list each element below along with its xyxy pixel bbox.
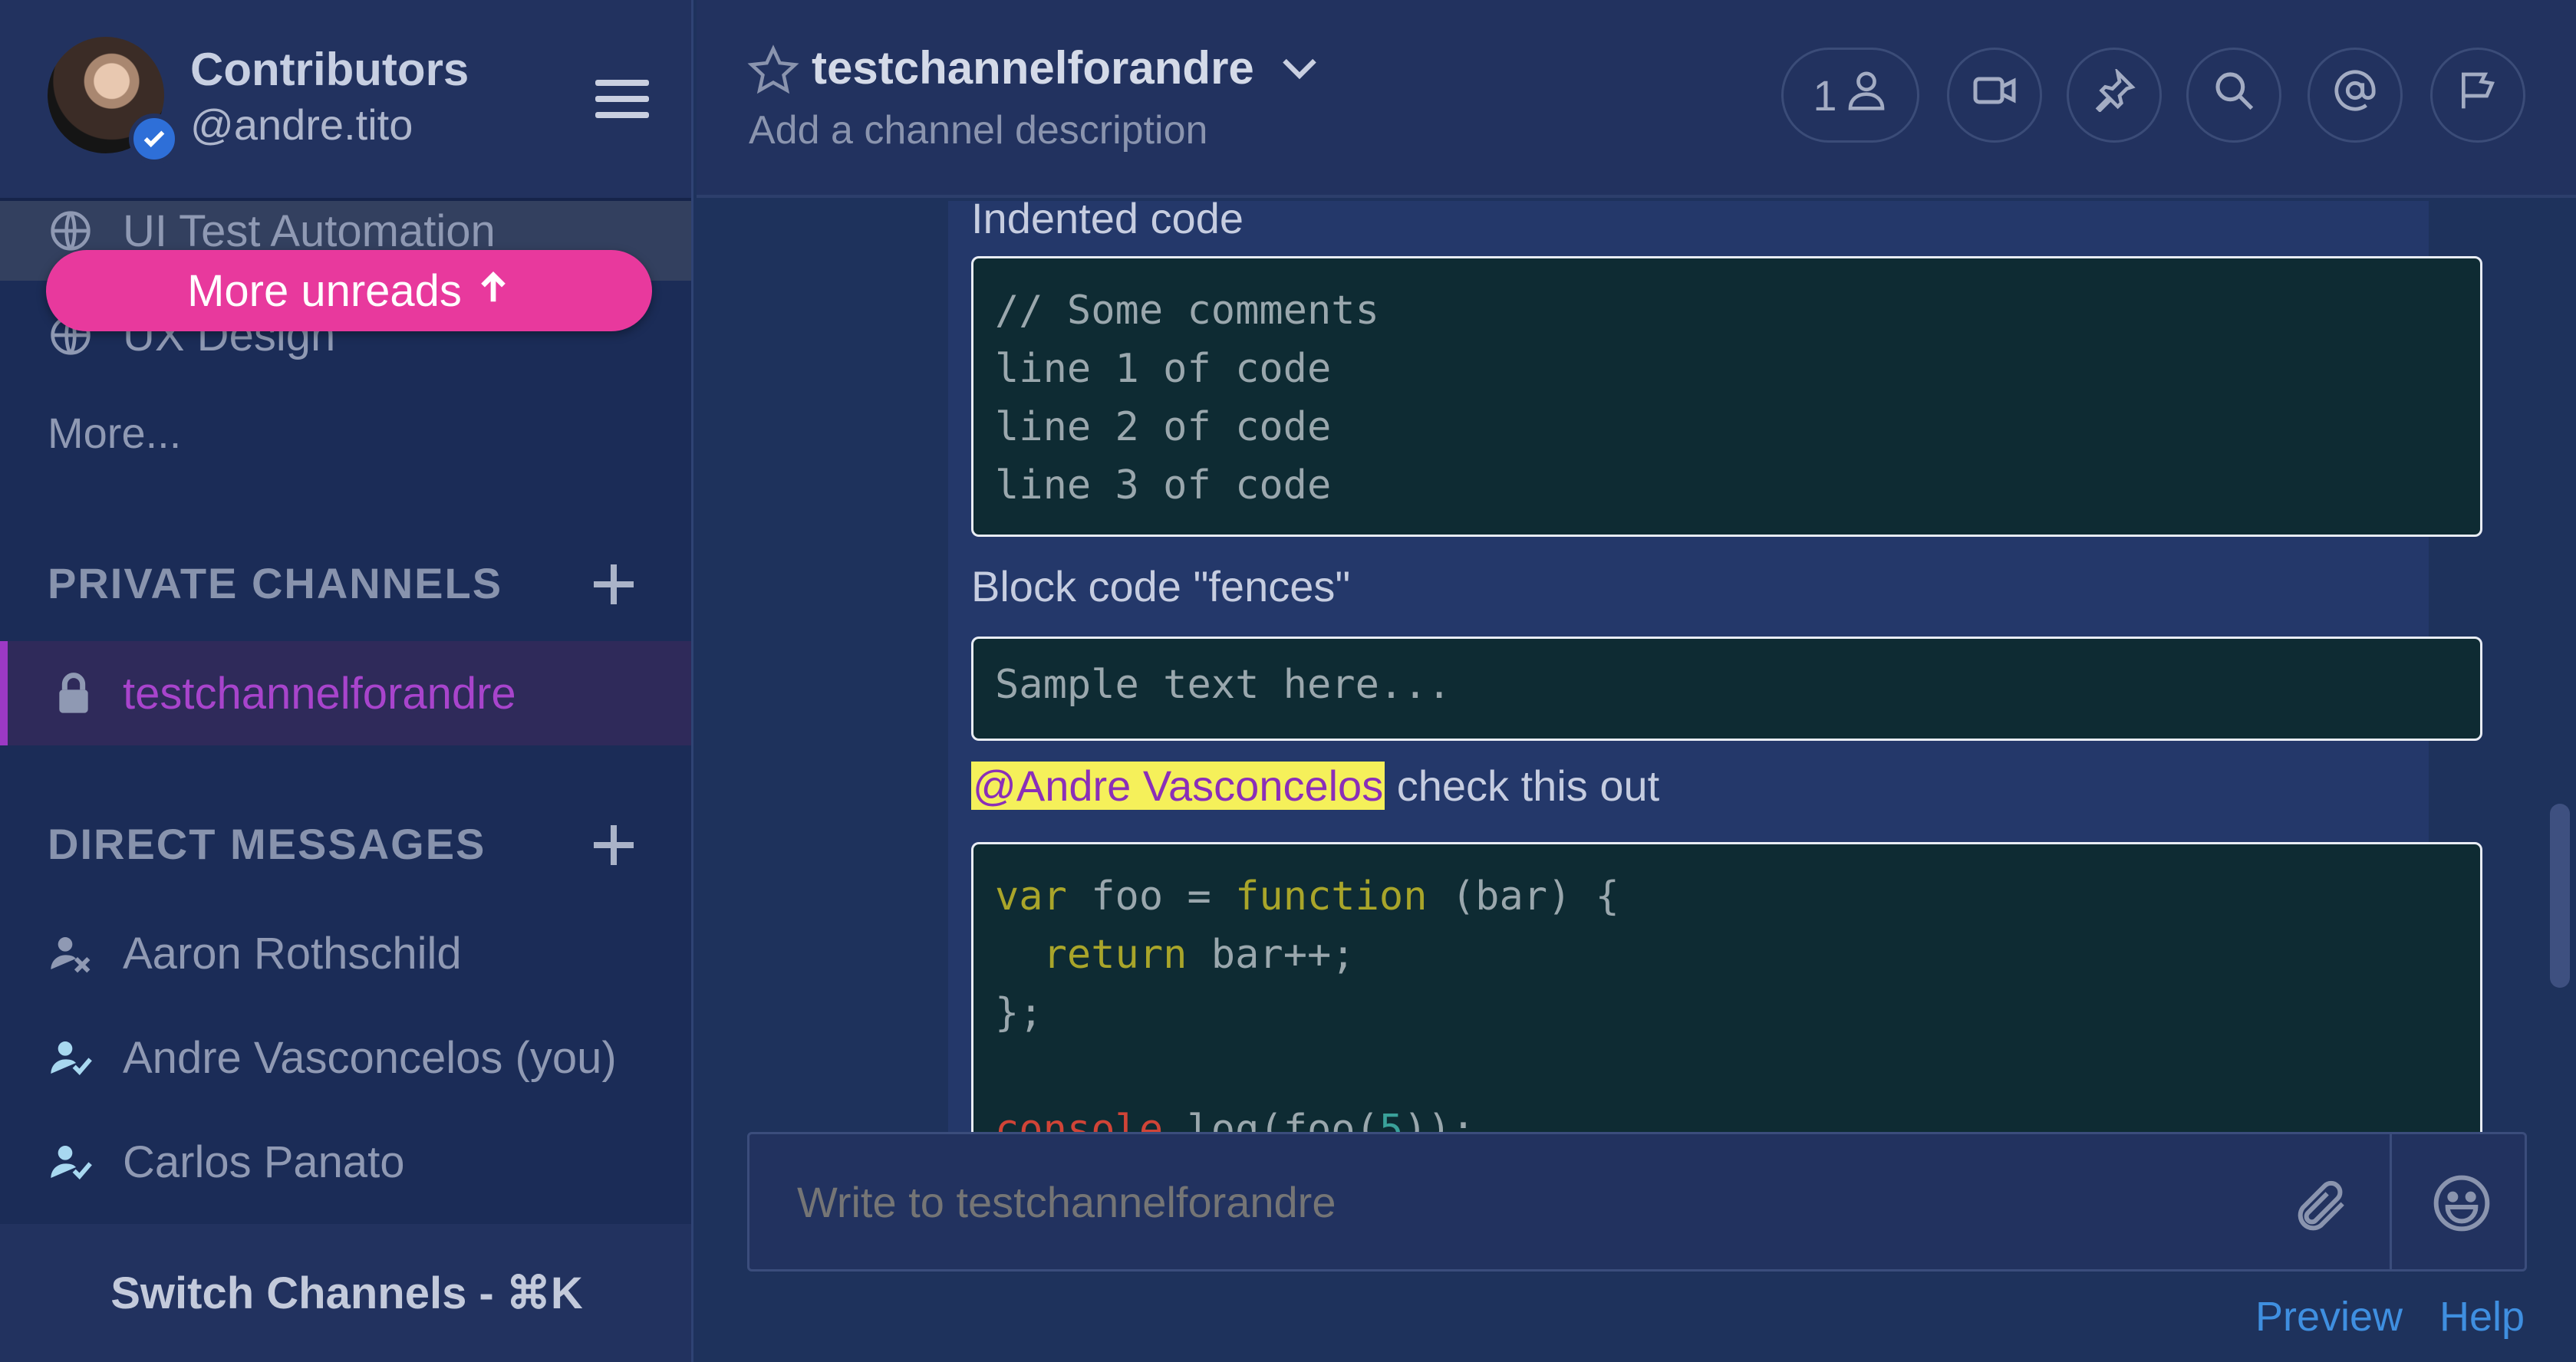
code-text: }; xyxy=(995,990,1043,1036)
user-mention-link[interactable]: @Andre Vasconcelos xyxy=(971,762,1385,810)
code-text: bar++; xyxy=(1187,932,1356,978)
paperclip-icon[interactable] xyxy=(2291,1176,2353,1237)
sidebar-item-aaron-rothschild[interactable]: Aaron Rothschild xyxy=(0,903,691,1003)
star-icon[interactable] xyxy=(747,44,799,97)
sidebar-item-label: Carlos Panato xyxy=(123,1137,405,1187)
code-block-fences: Sample text here... xyxy=(971,637,2482,741)
sidebar-item-testchannelforandre[interactable]: testchannelforandre xyxy=(0,641,691,745)
sidebar-item-label: testchannelforandre xyxy=(123,668,516,719)
pin-icon xyxy=(2093,67,2136,122)
code-number: 5 xyxy=(1379,1107,1404,1132)
message-input[interactable] xyxy=(797,1177,2178,1227)
add-private-channel-icon[interactable] xyxy=(591,561,637,607)
sidebar: UI Test Automation UX Design More... Con… xyxy=(0,0,693,1362)
more-unreads-button[interactable]: More unreads xyxy=(46,250,652,331)
user-name: @andre.tito xyxy=(190,100,413,149)
video-icon xyxy=(1972,67,2018,123)
user-icon xyxy=(1845,69,1888,122)
at-sign-icon xyxy=(2333,68,2377,123)
sidebar-item-label: Andre Vasconcelos (you) xyxy=(123,1032,617,1083)
avatar[interactable] xyxy=(48,37,180,164)
fences-heading: Block code "fences" xyxy=(971,562,1351,610)
help-link[interactable]: Help xyxy=(2439,1293,2525,1341)
flag-icon xyxy=(2456,69,2499,122)
post-list-scrollbar[interactable] xyxy=(2550,804,2570,988)
member-count: 1 xyxy=(1813,71,1837,120)
hamburger-menu-icon[interactable] xyxy=(595,80,649,118)
mention-line: @Andre Vasconcelos check this out xyxy=(971,761,1659,811)
channel-name[interactable]: testchannelforandre xyxy=(812,41,1254,94)
sidebar-item-label: UI Test Automation xyxy=(123,206,496,256)
code-text: (bar) { xyxy=(1427,873,1619,920)
search-button[interactable] xyxy=(2186,48,2281,143)
switch-channels-button[interactable]: Switch Channels - ⌘K xyxy=(0,1224,691,1362)
code-keyword: function xyxy=(1235,873,1428,920)
more-channels-link[interactable]: More... xyxy=(48,408,181,458)
sidebar-item-andre-vasconcelos[interactable]: Andre Vasconcelos (you) xyxy=(0,1008,691,1107)
recent-mentions-button[interactable] xyxy=(2308,48,2403,143)
verified-check-icon xyxy=(129,114,180,164)
code-builtin: console xyxy=(995,1107,1164,1132)
code-text: .log(foo( xyxy=(1163,1107,1379,1132)
globe-icon xyxy=(48,208,94,254)
direct-messages-title: DIRECT MESSAGES xyxy=(48,820,486,868)
code-text: foo = xyxy=(1066,873,1236,920)
search-icon xyxy=(2212,69,2255,122)
channel-members-button[interactable]: 1 xyxy=(1781,48,1919,143)
user-online-icon xyxy=(48,1035,94,1081)
preview-link[interactable]: Preview xyxy=(2255,1293,2403,1341)
indented-code-heading: Indented code xyxy=(971,201,1244,242)
user-online-icon xyxy=(48,1139,94,1185)
video-call-button[interactable] xyxy=(1947,48,2042,143)
mention-suffix: check this out xyxy=(1385,762,1660,810)
emoji-icon[interactable] xyxy=(2431,1173,2492,1234)
team-name: Contributors xyxy=(190,44,469,95)
lock-icon xyxy=(51,670,97,716)
code-block-indented: // Some comments line 1 of code line 2 o… xyxy=(971,256,2482,537)
chevron-down-icon[interactable] xyxy=(1280,54,1319,84)
pinned-posts-button[interactable] xyxy=(2067,48,2162,143)
channel-header: testchannelforandre Add a channel descri… xyxy=(697,0,2576,198)
flagged-posts-button[interactable] xyxy=(2430,48,2525,143)
user-offline-icon xyxy=(48,930,94,976)
sidebar-item-carlos-panato[interactable]: Carlos Panato xyxy=(0,1112,691,1212)
post-list: Indented code // Some comments line 1 of… xyxy=(697,201,2576,1132)
channel-description[interactable]: Add a channel description xyxy=(749,107,1207,153)
private-channels-title: PRIVATE CHANNELS xyxy=(48,559,503,607)
message-composer xyxy=(747,1132,2527,1272)
arrow-up-icon xyxy=(476,265,511,317)
add-direct-message-icon[interactable] xyxy=(591,822,637,868)
code-keyword: return xyxy=(1043,932,1188,978)
sidebar-header: Contributors @andre.tito xyxy=(0,0,691,201)
code-keyword: var xyxy=(995,873,1067,920)
code-text: )); xyxy=(1403,1107,1476,1132)
code-block-javascript: var foo = function (bar) { return bar++;… xyxy=(971,842,2482,1132)
composer-divider xyxy=(2390,1134,2392,1269)
sidebar-item-label: Aaron Rothschild xyxy=(123,928,462,979)
more-unreads-label: More unreads xyxy=(187,265,462,316)
